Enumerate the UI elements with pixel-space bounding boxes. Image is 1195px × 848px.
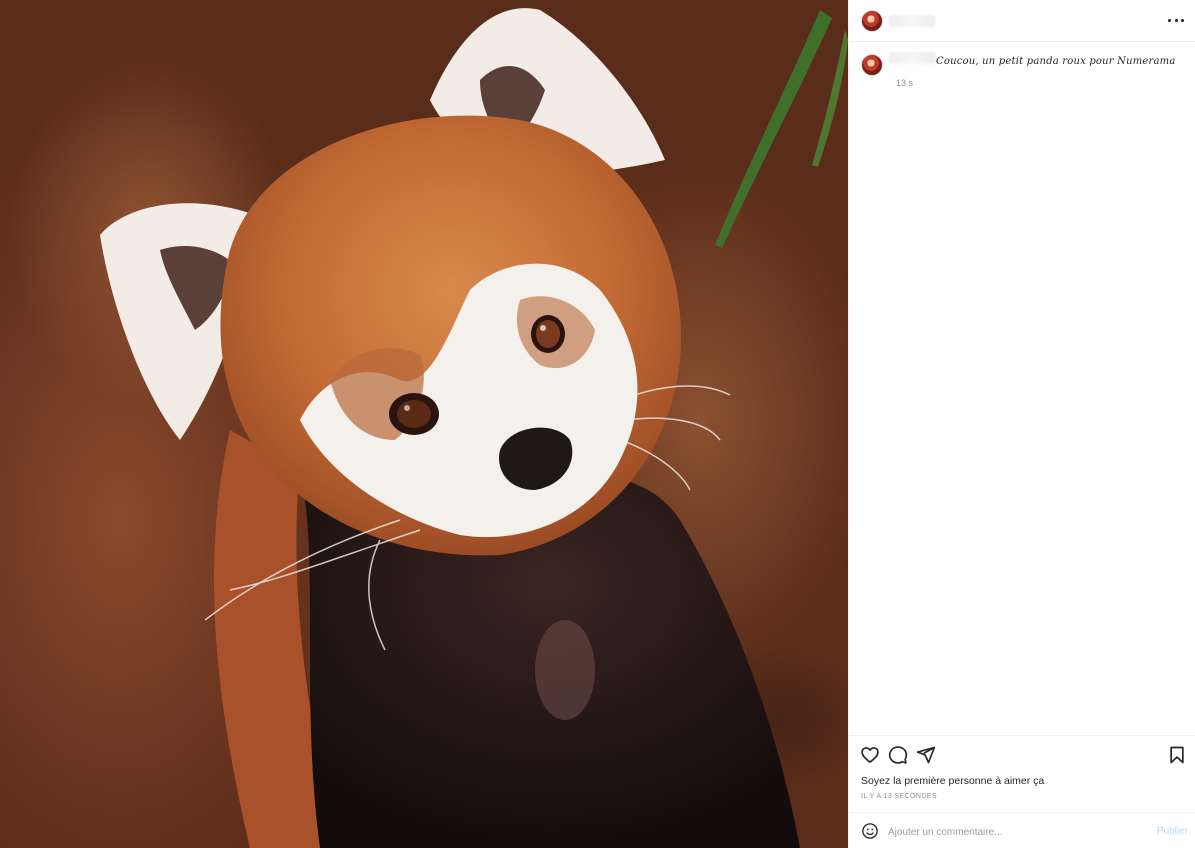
author-username-redacted[interactable] xyxy=(889,15,935,27)
likes-prefix: Soyez la première personne à xyxy=(861,775,1004,787)
author-avatar[interactable] xyxy=(861,10,883,32)
heart-icon[interactable] xyxy=(860,745,880,765)
share-icon[interactable] xyxy=(916,745,936,765)
comment-bar: Publier xyxy=(849,812,1195,848)
caption-author-avatar[interactable] xyxy=(861,54,883,76)
publish-button[interactable]: Publier xyxy=(1157,826,1188,837)
like-link[interactable]: aimer ça xyxy=(1004,775,1044,787)
caption-author-username-redacted[interactable] xyxy=(889,52,936,64)
post-caption: Coucou, un petit panda roux pour Numeram… xyxy=(936,56,1176,67)
comment-icon[interactable] xyxy=(888,745,908,765)
likes-text: Soyez la première personne à aimer ça xyxy=(861,775,1044,787)
emoji-icon[interactable] xyxy=(861,822,879,840)
post-image[interactable] xyxy=(0,0,848,848)
bookmark-icon[interactable] xyxy=(1167,745,1187,765)
caption-time[interactable]: 13 s xyxy=(896,78,913,88)
more-options-icon[interactable] xyxy=(1168,12,1184,28)
red-panda-illustration xyxy=(10,8,848,848)
post-actions: Soyez la première personne à aimer ça IL… xyxy=(849,735,1195,848)
post-sidebar: Coucou, un petit panda roux pour Numeram… xyxy=(848,0,1195,848)
comment-input[interactable] xyxy=(888,825,1138,839)
post-header xyxy=(849,0,1195,42)
post-timestamp[interactable]: IL Y A 13 SECONDES xyxy=(861,793,937,800)
